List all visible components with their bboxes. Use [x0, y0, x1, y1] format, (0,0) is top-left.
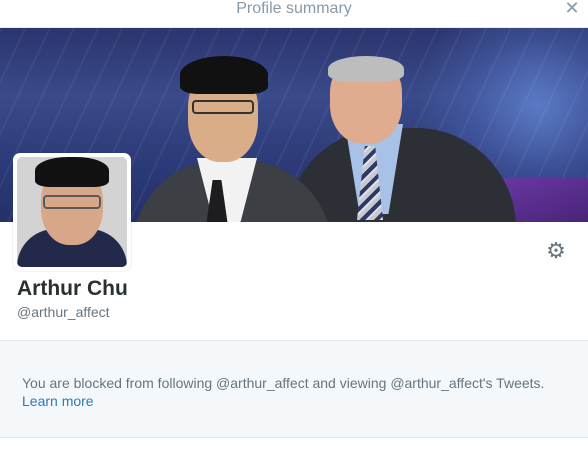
- avatar-glasses: [43, 195, 101, 209]
- blocked-message: You are blocked from following @arthur_a…: [22, 375, 545, 391]
- banner-person-left-glasses: [192, 100, 254, 114]
- modal-title: Profile summary: [236, 0, 352, 17]
- blocked-notice: You are blocked from following @arthur_a…: [0, 340, 588, 438]
- banner-person-right-hair: [328, 56, 404, 82]
- modal-header: Profile summary ✕: [0, 0, 588, 28]
- gear-icon[interactable]: ⚙: [545, 240, 567, 262]
- learn-more-link[interactable]: Learn more: [22, 392, 94, 410]
- profile-handle: @arthur_affect: [17, 304, 110, 320]
- profile-name[interactable]: Arthur Chu: [17, 276, 128, 302]
- avatar[interactable]: [17, 157, 127, 267]
- close-icon[interactable]: ✕: [564, 0, 580, 17]
- avatar-hair: [35, 157, 109, 187]
- banner-person-left-hair: [180, 56, 268, 94]
